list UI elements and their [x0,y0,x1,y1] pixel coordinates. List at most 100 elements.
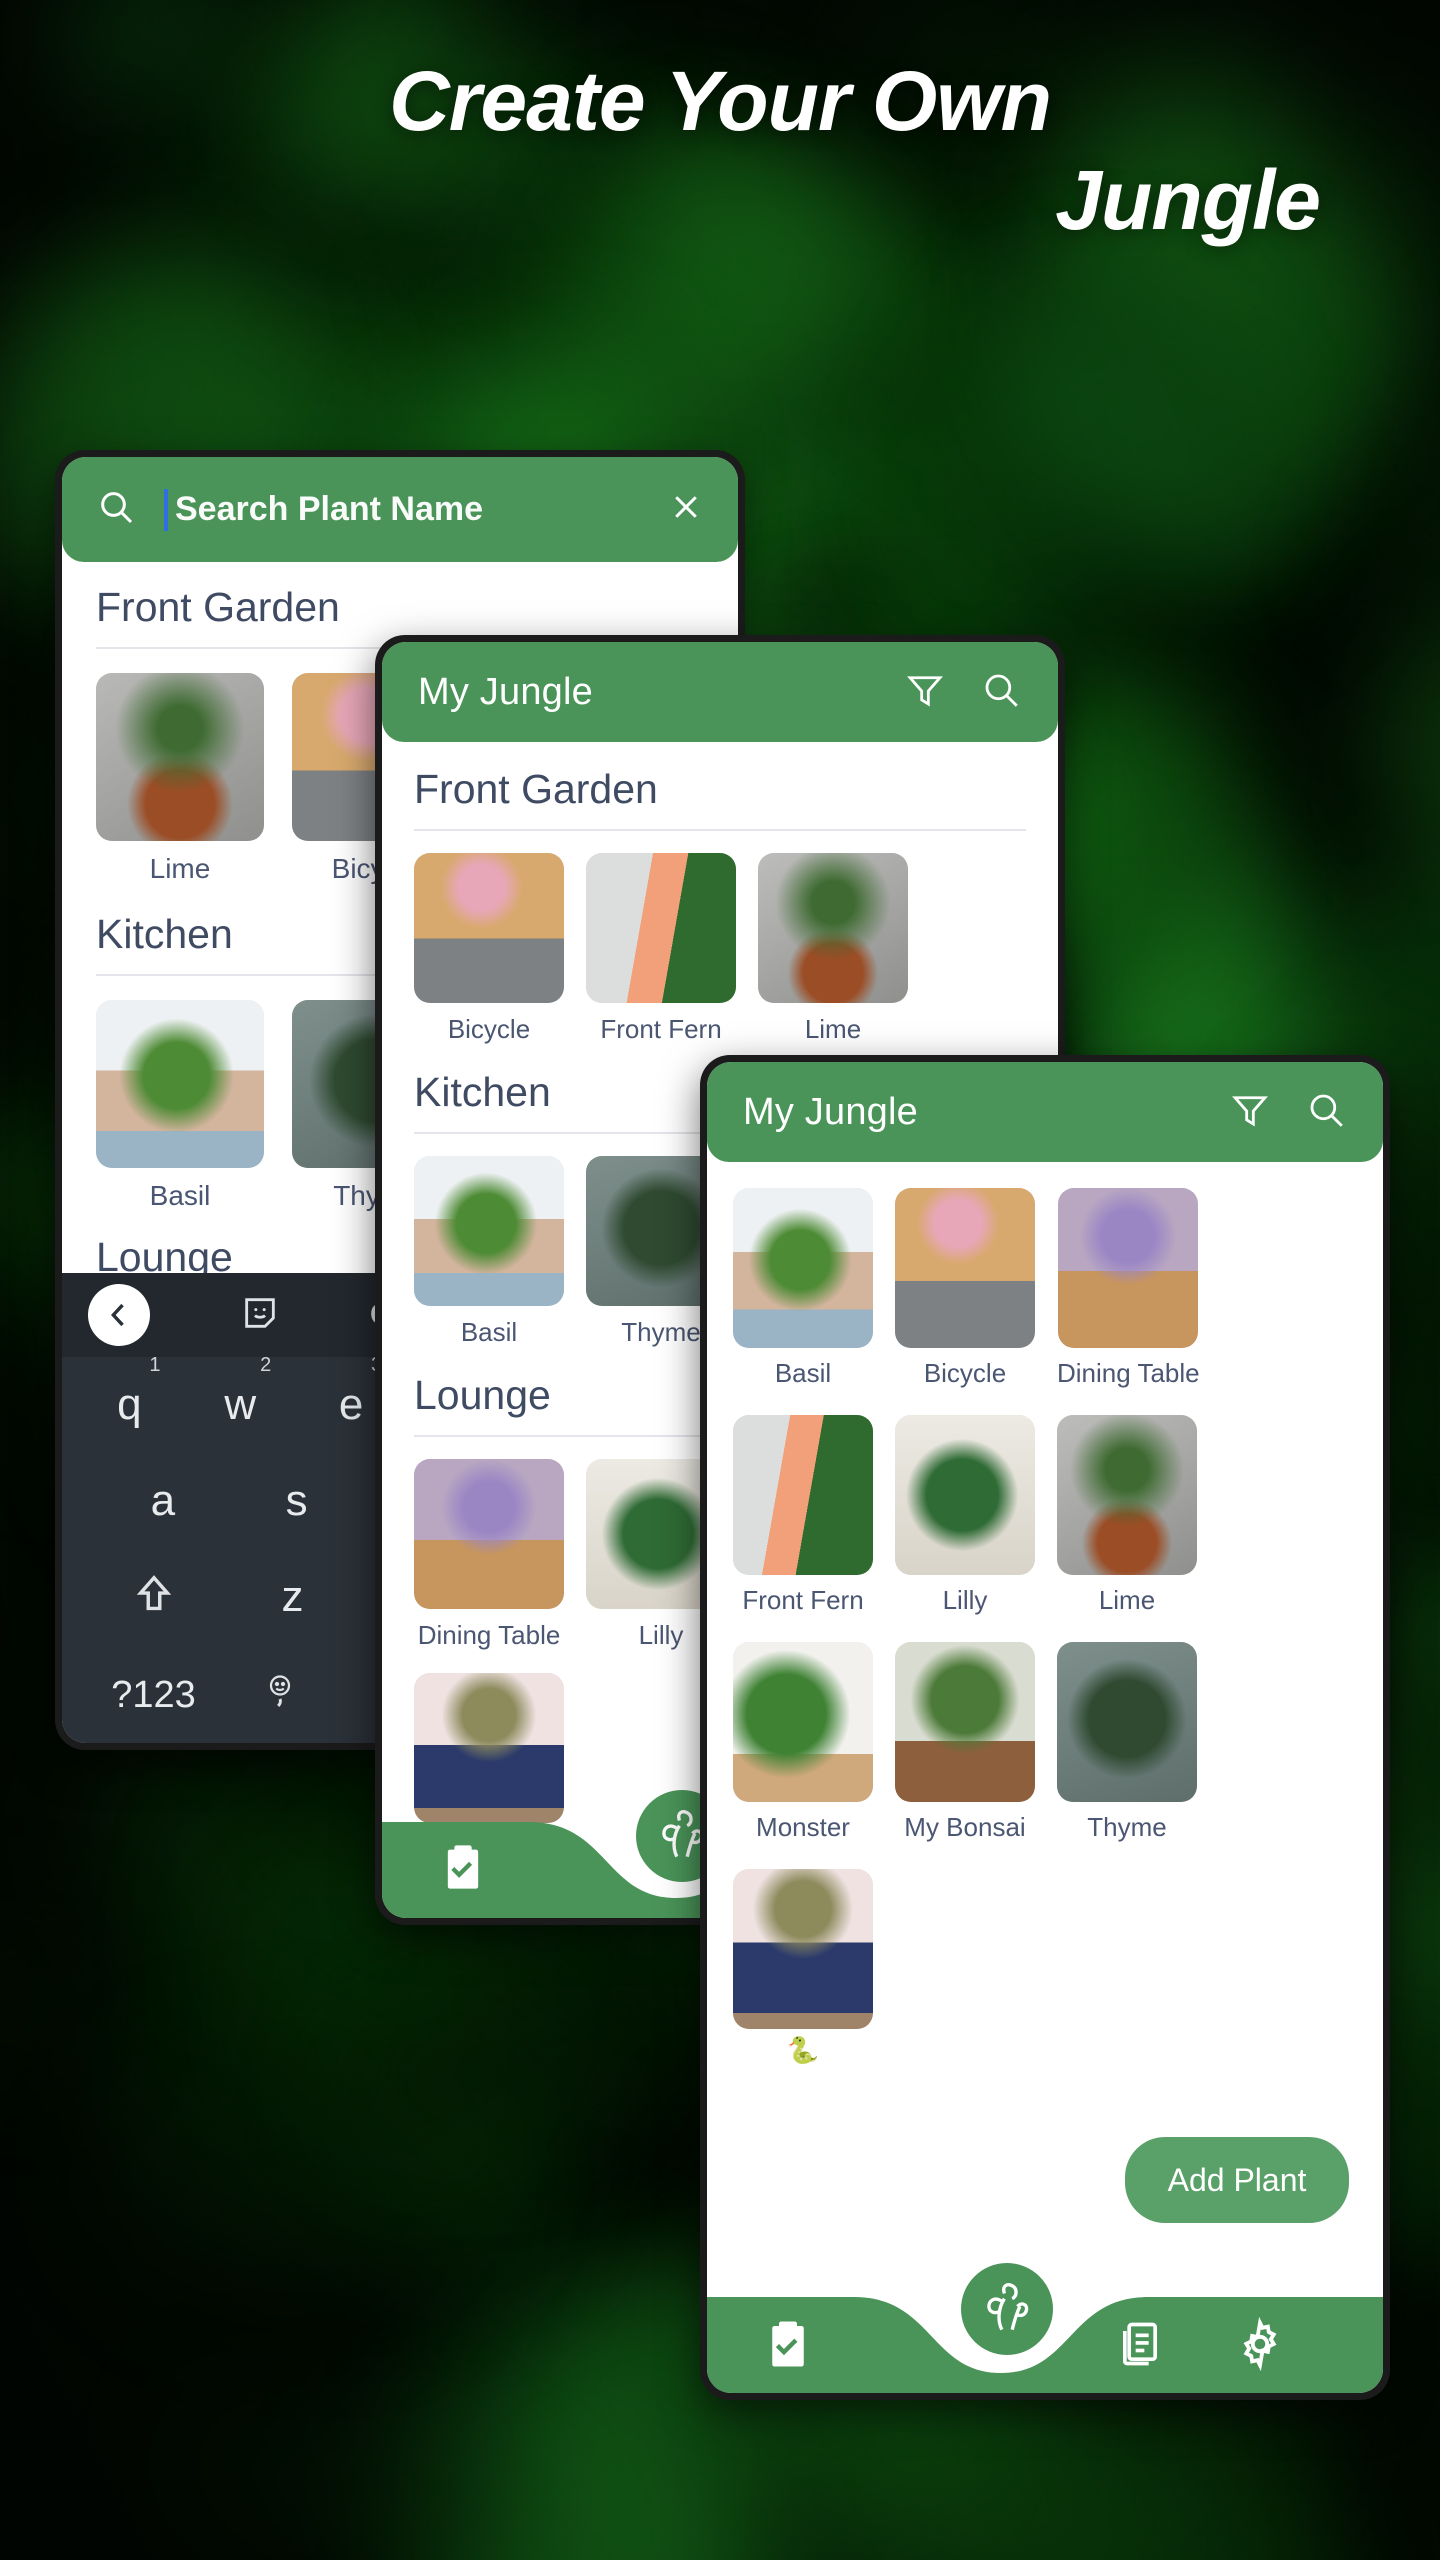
nav-item-tasks[interactable] [434,1838,492,1896]
plant-name: Lilly [942,1585,988,1615]
headline-line-2: Jungle [1055,153,1321,248]
plant-thumbnail [733,1869,873,2029]
key-w-number: 2 [260,1354,272,1376]
section-divider [414,829,1026,831]
plant-image-basil [733,1188,873,1348]
plant-card[interactable]: 🐍 [733,1869,873,2066]
emoji-comma-icon[interactable] [223,1670,337,1721]
plant-name: Basil [460,1317,518,1347]
filter-icon[interactable] [1229,1089,1271,1136]
key-symbols[interactable]: ?123 [84,1674,223,1717]
plant-image-basil [96,1000,264,1168]
key-s[interactable]: s [230,1476,364,1526]
search-bar[interactable]: Search Plant Name [62,457,738,562]
plant-card[interactable]: Lime [96,673,264,885]
plant-image-basil [414,1156,564,1306]
app-title: My Jungle [743,1090,918,1133]
plant-name: Basil [149,1180,211,1211]
nav-item-tasks[interactable] [759,2315,817,2373]
plant-thumbnail [1057,1415,1197,1575]
app-header: My Jungle [707,1062,1383,1162]
phone-all-plants-viewport: My Jungle Basil Bicycle Dining Table Fro… [707,1062,1383,2393]
page-title: Create Your Own Jungle [0,52,1440,250]
all-plants-grid: Basil Bicycle Dining Table Front Fern Li… [707,1162,1383,2066]
plant-thumbnail [733,1642,873,1802]
plant-image-frontfern [733,1415,873,1575]
plant-name: Basil [774,1358,832,1388]
plant-card[interactable]: Front Fern [586,853,736,1045]
nav-item-settings[interactable] [1231,2315,1289,2373]
search-input[interactable]: Search Plant Name [175,490,483,529]
key-q-number: 1 [149,1354,161,1376]
plant-thumbnail [758,853,908,1003]
plant-card[interactable]: Thyme [1057,1642,1197,1843]
plant-name: Bicycle [923,1358,1007,1388]
plant-card[interactable]: Lime [758,853,908,1045]
header-actions [1229,1089,1347,1136]
phone-all-plants-screen: My Jungle Basil Bicycle Dining Table Fro… [700,1055,1390,2400]
header-actions [904,669,1022,716]
plant-thumbnail [96,1000,264,1168]
plant-card[interactable]: Lime [1057,1415,1197,1616]
plant-name: Bicycle [447,1014,531,1044]
plant-name: Lime [149,853,211,884]
plant-card[interactable]: Bicycle [414,853,564,1045]
section-front-garden: Front Garden Bicycle Front Fern Lime [382,742,1058,1045]
plant-thumbnail [586,853,736,1003]
search-icon[interactable] [980,669,1022,716]
plant-image-diningtable [1058,1188,1199,1348]
plant-image-lime [758,853,908,1003]
plant-card[interactable]: Basil [733,1188,873,1389]
plant-image-bicycle [895,1188,1035,1348]
plant-image-bonsai [895,1642,1035,1802]
plant-name: My Bonsai [904,1812,1026,1842]
plant-thumbnail [895,1188,1035,1348]
plant-thumbnail [733,1415,873,1575]
plant-name: Thyme [1087,1812,1167,1842]
plant-image-frontfern [586,853,736,1003]
plant-image-bicycle [414,853,564,1003]
search-icon [96,487,136,532]
plant-thumbnail [895,1415,1035,1575]
add-plant-button[interactable]: Add Plant [1125,2137,1349,2223]
plant-name: Lime [804,1014,862,1044]
filter-icon[interactable] [904,669,946,716]
plant-card[interactable]: Bicycle [895,1188,1035,1389]
plant-name: Dining Table [1057,1358,1200,1388]
plant-card[interactable]: Lilly [895,1415,1035,1616]
plant-name: Front Fern [742,1585,864,1615]
plant-card[interactable]: My Bonsai [895,1642,1035,1843]
bottom-nav [707,2263,1383,2393]
key-z[interactable]: z [223,1572,362,1622]
sticker-icon[interactable] [240,1293,280,1338]
plant-card[interactable]: Dining Table [1057,1188,1200,1389]
plant-name: Dining Table [417,1620,561,1650]
plant-card[interactable]: Front Fern [733,1415,873,1616]
plant-card[interactable]: Monster [733,1642,873,1843]
plant-name: Lilly [638,1620,684,1650]
search-icon[interactable] [1305,1089,1347,1136]
shift-icon[interactable] [84,1572,223,1623]
plant-card[interactable]: Dining Table [414,1459,564,1651]
nav-item-jungle[interactable] [961,2263,1053,2355]
plant-image-lime [1057,1415,1197,1575]
plant-thumbnail [96,673,264,841]
text-cursor [164,488,168,531]
plant-name: Front Fern [600,1014,722,1044]
key-q[interactable]: 1 q [74,1354,185,1430]
app-header: My Jungle [382,642,1058,742]
key-a[interactable]: a [96,1476,230,1526]
plant-card[interactable]: Basil [414,1156,564,1348]
plant-thumbnail [1058,1188,1199,1348]
plant-name: Thyme [621,1317,701,1347]
plant-name: Lime [1098,1585,1156,1615]
plant-thumbnail [733,1188,873,1348]
close-icon[interactable] [668,489,704,530]
chevron-left-icon[interactable] [88,1284,150,1346]
plant-card[interactable]: Basil [96,1000,264,1212]
nav-item-log[interactable] [1111,2315,1169,2373]
plant-image-lilly [895,1415,1035,1575]
key-w[interactable]: 2 w [185,1354,296,1430]
plant-image-lime [96,673,264,841]
plant-thumbnail [414,1156,564,1306]
